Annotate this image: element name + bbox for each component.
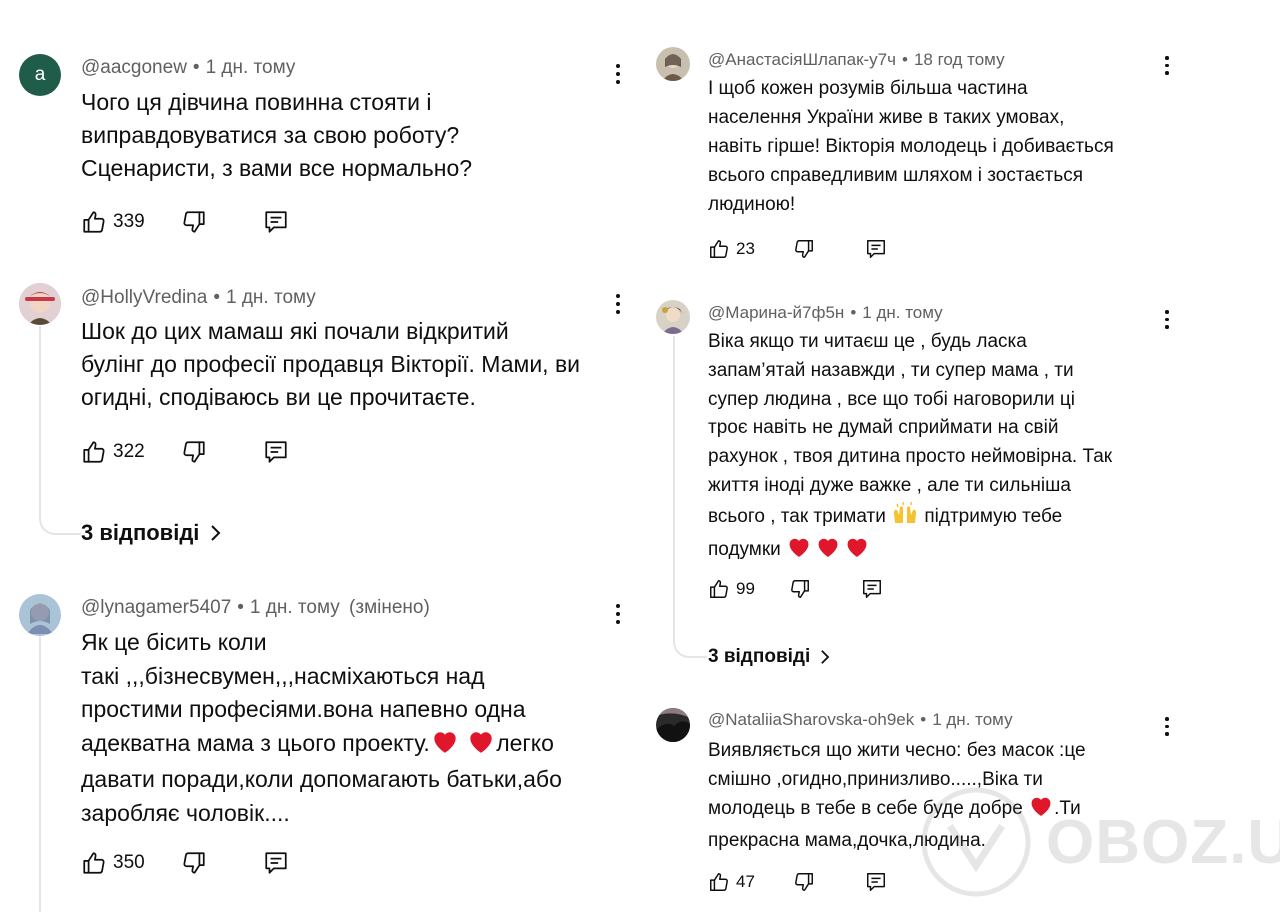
comment-actions: 322 [81,439,289,465]
comment-time[interactable]: 1 дн. тому [862,303,942,322]
like-count: 23 [736,239,755,258]
dislike-icon[interactable] [181,850,207,876]
more-actions-icon[interactable] [1157,310,1177,329]
comment-meta: @NataliiaSharovska-oh9ek • 1 дн. тому [708,710,1013,730]
thread-line [39,326,81,535]
comment-meta: @АнастасіяШлапак-у7ч • 18 год тому [708,50,1005,70]
heart-emoji-icon [844,535,870,568]
separator-dot: • [850,303,857,322]
comment-text: І щоб кожен розумів більша частина насел… [708,78,1114,215]
view-replies-button[interactable]: 3 відповіді [708,646,830,668]
thread-line [39,636,41,912]
thread-line [673,336,707,658]
like-count: 339 [113,211,145,232]
like-count: 47 [736,872,755,891]
like-icon[interactable] [708,238,730,260]
dislike-icon[interactable] [181,209,207,235]
comment-text: Чого ця дівчина повинна стояти і виправд… [81,89,473,181]
separator-dot: • [902,50,908,69]
comment-meta: @HollyVredina • 1 дн. тому [81,287,316,309]
comment-actions: 339 [81,209,289,235]
comment-text: Шок до цих мамаш які почали відкритий бу… [81,318,581,410]
view-replies-label: 3 відповіді [708,646,811,667]
chevron-right-icon [819,649,830,665]
comment-meta: @aacgonew • 1 дн. тому [81,57,295,79]
comment-author[interactable]: @АнастасіяШлапак-у7ч [708,50,896,69]
comment-author[interactable]: @lynagamer5407 [81,597,231,618]
more-actions-icon[interactable] [608,604,628,624]
like-count: 350 [113,852,145,873]
view-replies-label: 3 відповіді [81,520,200,545]
reply-icon[interactable] [861,578,883,600]
comment-actions: 23 [708,238,887,260]
edited-label: (змінено) [349,597,430,618]
view-replies-button[interactable]: 3 відповіді [81,520,221,546]
reply-icon[interactable] [263,850,289,876]
comment-actions: 99 [708,578,883,600]
comment-text-part: Віка якщо ти читаєш це , будь ласка запа… [708,331,1113,527]
like-icon[interactable] [81,850,107,876]
heart-emoji-icon [815,535,841,568]
reply-icon[interactable] [865,238,887,260]
separator-dot: • [237,597,244,618]
dislike-icon[interactable] [793,238,815,260]
comment-actions: 350 [81,850,289,876]
separator-dot: • [920,710,927,729]
dislike-icon[interactable] [793,871,815,893]
like-icon[interactable] [81,439,107,465]
like-icon[interactable] [708,578,730,600]
more-actions-icon[interactable] [1157,56,1177,75]
heart-emoji-icon [466,728,496,764]
avatar[interactable] [19,594,61,636]
separator-dot: • [192,57,200,78]
like-count: 322 [113,441,145,462]
comment-author[interactable]: @NataliiaSharovska-oh9ek [708,710,914,729]
oboz-logo-icon [921,787,1031,897]
oboz-watermark: OBOZ.UA [920,786,1280,898]
like-icon[interactable] [81,209,107,235]
comment-time[interactable]: 1 дн. тому [226,287,316,308]
like-icon[interactable] [708,871,730,893]
comment-time[interactable]: 1 дн. тому [250,597,340,618]
heart-emoji-icon [786,535,812,568]
comment-time[interactable]: 1 дн. тому [206,57,296,78]
comment-meta: @Марина-й7ф5н • 1 дн. тому [708,303,943,323]
reply-icon[interactable] [263,439,289,465]
more-actions-icon[interactable] [608,294,628,314]
comment-text: Як це бісить коли такі ,,,бізнесвумен,,,… [81,626,641,830]
comment-author[interactable]: @Марина-й7ф5н [708,303,844,322]
dislike-icon[interactable] [789,578,811,600]
comment-text: Віка якщо ти читаєш це , будь ласка запа… [708,328,1178,567]
avatar[interactable]: a [19,54,61,96]
more-actions-icon[interactable] [608,64,628,84]
comment-actions: 47 [708,871,887,893]
like-count: 99 [736,579,755,598]
comment-meta: @lynagamer5407 • 1 дн. тому (змінено) [81,597,430,619]
watermark-text: OBOZ.UA [1046,807,1280,877]
separator-dot: • [213,287,220,308]
reply-icon[interactable] [263,209,289,235]
more-actions-icon[interactable] [1157,717,1177,736]
comment-time[interactable]: 18 год тому [914,50,1005,69]
avatar[interactable] [656,47,690,81]
avatar[interactable] [19,283,61,325]
dislike-icon[interactable] [181,439,207,465]
raising-hands-emoji-icon [891,501,919,535]
avatar[interactable] [656,300,690,334]
comment-author[interactable]: @aacgonew [81,57,187,78]
heart-emoji-icon [430,728,460,764]
reply-icon[interactable] [865,871,887,893]
comment-author[interactable]: @HollyVredina [81,287,207,308]
chevron-right-icon [209,524,221,542]
comment-time[interactable]: 1 дн. тому [932,710,1012,729]
avatar[interactable] [656,708,690,742]
